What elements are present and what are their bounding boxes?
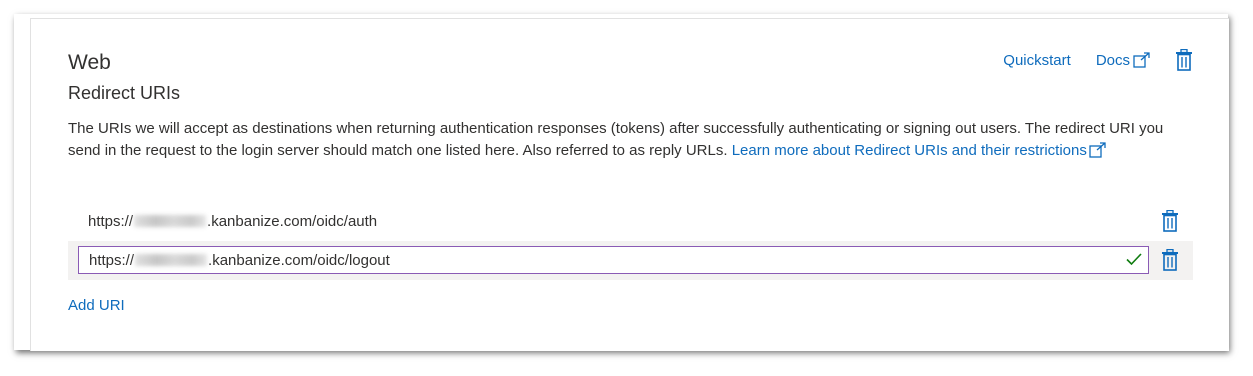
external-link-icon (1133, 52, 1150, 68)
redirect-uri-value[interactable]: https:// .kanbanize.com/oidc/auth (88, 213, 377, 230)
redirect-uri-field[interactable] (79, 247, 1119, 273)
external-link-icon (1089, 142, 1106, 158)
docs-label: Docs (1095, 51, 1130, 69)
add-uri-link[interactable]: Add URI (68, 297, 125, 314)
redirect-uri-row-editing: https://.kanbanize.com/oidc/logout (68, 241, 1193, 280)
uri-suffix: .kanbanize.com/oidc/auth (207, 213, 378, 230)
learn-more-label: Learn more about Redirect URIs and their… (731, 142, 1087, 159)
trash-icon (1162, 249, 1178, 271)
docs-link[interactable]: Docs (1096, 52, 1151, 69)
redirect-uris-description: The URIs we will accept as destinations … (68, 118, 1188, 162)
redirect-uri-input[interactable]: https://.kanbanize.com/oidc/logout (78, 246, 1149, 274)
redirect-uri-row: https:// .kanbanize.com/oidc/auth (68, 204, 1193, 240)
trash-icon (1176, 49, 1192, 71)
delete-platform-button[interactable] (1175, 49, 1193, 71)
delete-uri-button[interactable] (1161, 210, 1179, 232)
uri-prefix: https:// (88, 213, 134, 230)
trash-icon (1162, 210, 1178, 232)
section-subtitle: Redirect URIs (68, 83, 181, 103)
learn-more-link[interactable]: Learn more about Redirect URIs and their… (732, 142, 1107, 159)
quickstart-link[interactable]: Quickstart (1003, 52, 1071, 69)
delete-uri-button[interactable] (1161, 249, 1179, 271)
redacted-subdomain (134, 215, 207, 227)
section-title: Web (68, 51, 111, 74)
checkmark-icon (1126, 253, 1142, 266)
top-actions: Quickstart Docs (1003, 47, 1193, 73)
